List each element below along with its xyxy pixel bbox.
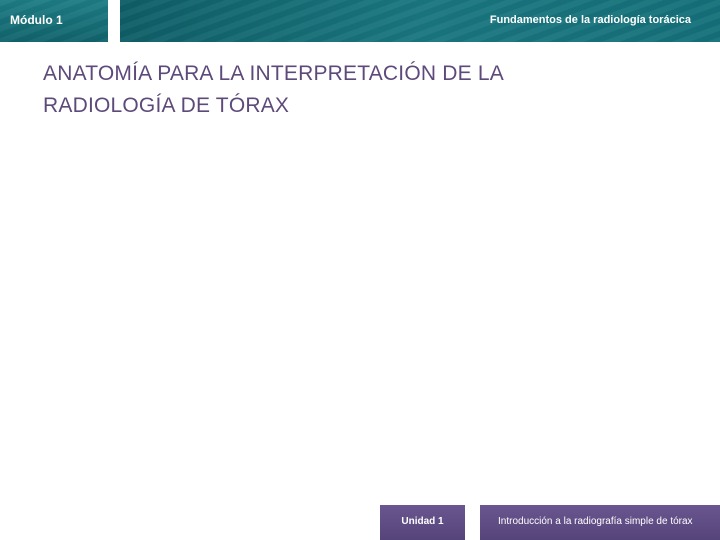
slide-title-line-2: RADIOLOGÍA DE TÓRAX [43, 94, 290, 117]
slide-title: ANATOMÍA PARA LA INTERPRETACIÓN DE LA RA… [43, 58, 663, 122]
header-course-bar: Fundamentos de la radiología torácica [120, 0, 720, 42]
footer-unit-box: Unidad 1 [380, 505, 465, 540]
slide-title-line-1: ANATOMÍA PARA LA INTERPRETACIÓN DE LA [43, 62, 504, 85]
header-module-bar: Módulo 1 [0, 0, 108, 42]
unit-label: Unidad 1 [401, 516, 444, 527]
course-title: Fundamentos de la radiología torácica [489, 14, 691, 26]
footer-unit-title-box: Introducción a la radiografía simple de … [480, 505, 720, 540]
unit-title: Introducción a la radiografía simple de … [498, 516, 693, 527]
module-label: Módulo 1 [10, 13, 63, 27]
